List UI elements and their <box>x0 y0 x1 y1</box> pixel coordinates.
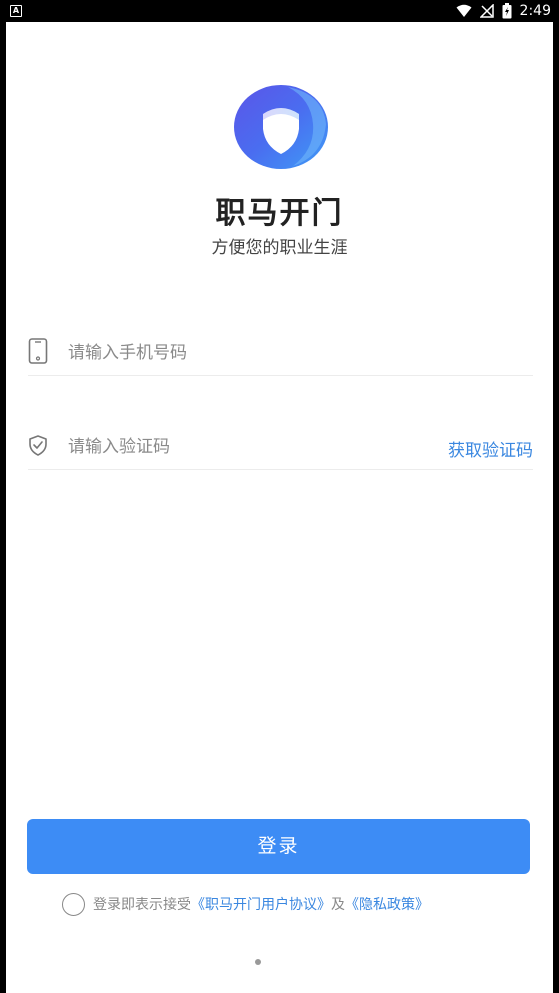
status-icons: 2:49 <box>456 0 551 22</box>
page-indicator-dot <box>255 959 261 965</box>
code-field-row: 获取验证码 <box>28 424 533 470</box>
status-time: 2:49 <box>519 3 551 19</box>
login-screen: 职马开门 方便您的职业生涯 获取验证码 登录 登录即表示接受 《职马开门用户协议… <box>6 22 553 993</box>
shield-check-icon <box>29 435 47 456</box>
app-logo-icon <box>234 85 328 169</box>
agreement-conjunction: 及 <box>331 897 345 913</box>
wifi-icon <box>456 4 472 17</box>
phone-input[interactable] <box>68 336 398 370</box>
phone-field-row <box>28 330 533 376</box>
agreement-checkbox[interactable] <box>62 892 85 916</box>
privacy-policy-link[interactable]: 《隐私政策》 <box>345 894 429 914</box>
user-agreement-link[interactable]: 《职马开门用户协议》 <box>191 894 331 914</box>
signal-icon <box>479 4 494 18</box>
status-bar: A 2:49 <box>0 0 559 22</box>
agreement-row: 登录即表示接受 《职马开门用户协议》 及 《隐私政策》 <box>62 892 429 916</box>
phone-icon <box>28 338 48 364</box>
notification-app-icon: A <box>10 5 22 17</box>
battery-icon <box>502 3 512 19</box>
get-code-button[interactable]: 获取验证码 <box>448 436 533 461</box>
agreement-prefix: 登录即表示接受 <box>93 897 191 913</box>
verification-code-input[interactable] <box>68 430 398 464</box>
app-slogan: 方便您的职业生涯 <box>211 238 348 258</box>
login-button[interactable]: 登录 <box>27 819 530 874</box>
app-name: 职马开门 <box>215 196 344 231</box>
